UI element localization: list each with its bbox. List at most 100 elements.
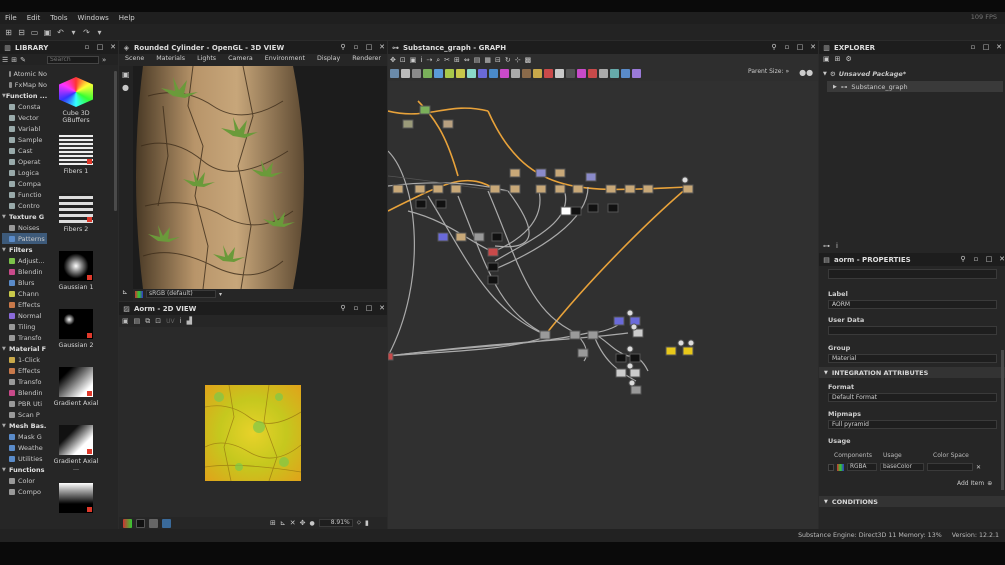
- 3d-viewport[interactable]: [133, 66, 387, 289]
- library-tree-item[interactable]: Chann: [2, 288, 47, 299]
- 2d-viewport[interactable]: [119, 327, 387, 517]
- camera-icon[interactable]: ▣: [410, 56, 417, 64]
- light-icon[interactable]: ●: [122, 83, 130, 92]
- mipmaps-select[interactable]: Full pyramid: [828, 420, 997, 429]
- library-tree-item[interactable]: Transfo: [2, 332, 47, 343]
- explorer-package-row[interactable]: ▼ ⚙ Unsaved Package*: [823, 69, 906, 79]
- float-icon[interactable]: ▫: [969, 43, 977, 51]
- close-icon[interactable]: ✕: [109, 43, 117, 51]
- library-tree-item[interactable]: Blendin: [2, 266, 47, 277]
- maximize-icon[interactable]: □: [982, 43, 990, 51]
- library-tree-item[interactable]: Patterns: [2, 233, 47, 244]
- frame-icon[interactable]: ⊡: [400, 56, 406, 64]
- redo-icon[interactable]: ↷: [81, 27, 92, 38]
- layout-icon[interactable]: ⊟: [495, 56, 501, 64]
- properties-scrollbar[interactable]: [1001, 350, 1004, 490]
- library-tree-item[interactable]: Effects: [2, 299, 47, 310]
- library-tree-item[interactable]: Adjust...: [2, 255, 47, 266]
- atomic-node-icon[interactable]: [511, 68, 520, 78]
- library-tree-item[interactable]: PBR Uti: [2, 398, 47, 409]
- 3d-menu-item[interactable]: Lights: [197, 55, 216, 65]
- camera-icon[interactable]: ▣: [122, 70, 130, 79]
- float-icon[interactable]: ▫: [783, 43, 791, 51]
- library-section[interactable]: ▼ Material F: [2, 343, 47, 354]
- library-tree-item[interactable]: Tiling: [2, 321, 47, 332]
- menu-tools[interactable]: Tools: [45, 14, 72, 22]
- parent-size-control[interactable]: Parent Size: » ●●: [748, 68, 813, 77]
- library-tree-item[interactable]: Mask G: [2, 431, 47, 442]
- label-input[interactable]: AORM: [828, 300, 997, 309]
- grid-icon[interactable]: ▦: [484, 56, 491, 64]
- library-tree-item[interactable]: Operat: [2, 156, 47, 167]
- library-tree-item[interactable]: Noises: [2, 222, 47, 233]
- atomic-node-icon[interactable]: [423, 68, 432, 78]
- usage-select[interactable]: baseColor: [880, 463, 924, 471]
- 3d-menu-item[interactable]: Renderer: [352, 55, 381, 65]
- crop-icon[interactable]: ⊾: [280, 519, 286, 527]
- menu-file[interactable]: File: [0, 14, 22, 22]
- library-tree-item[interactable]: Consta: [2, 101, 47, 112]
- library-thumbnail-item[interactable]: Gradient Axial ...: [50, 425, 102, 472]
- new-graph-icon[interactable]: ⊟: [16, 27, 27, 38]
- atomic-node-icon[interactable]: [478, 68, 487, 78]
- expand-icon[interactable]: »: [102, 56, 106, 64]
- atomic-node-icon[interactable]: [467, 68, 476, 78]
- save-icon[interactable]: ⊞: [835, 55, 841, 63]
- maximize-icon[interactable]: □: [365, 43, 373, 51]
- format-select[interactable]: Default Format: [828, 393, 997, 402]
- library-tree-item[interactable]: Compo: [2, 486, 47, 497]
- save-icon[interactable]: ▣: [122, 317, 129, 325]
- maximize-icon[interactable]: □: [96, 43, 104, 51]
- graph-canvas[interactable]: [388, 81, 818, 529]
- remove-icon[interactable]: ✕: [976, 464, 981, 471]
- pin-icon[interactable]: ⚲: [339, 304, 347, 312]
- library-tree-item[interactable]: Effects: [2, 365, 47, 376]
- 3d-menu-item[interactable]: Display: [317, 55, 340, 65]
- 3d-menu-item[interactable]: Camera: [228, 55, 253, 65]
- colorspace-select[interactable]: [927, 463, 973, 471]
- float-icon[interactable]: ▫: [972, 255, 980, 263]
- tree-icon[interactable]: ⊶: [823, 242, 830, 252]
- atomic-node-icon[interactable]: [577, 68, 586, 78]
- library-tree-item[interactable]: Weathe: [2, 442, 47, 453]
- colorspace-select[interactable]: sRGB (default) ▾: [133, 289, 233, 299]
- close-icon[interactable]: ✕: [378, 43, 386, 51]
- float-icon[interactable]: ▫: [83, 43, 91, 51]
- atomic-node-icon[interactable]: [456, 68, 465, 78]
- info-icon[interactable]: i: [180, 317, 182, 325]
- snap-icon[interactable]: ⊹: [515, 56, 521, 64]
- add-item-button[interactable]: Add Item ⊕: [957, 480, 992, 487]
- 3d-menu-item[interactable]: Environment: [265, 55, 305, 65]
- fit-icon[interactable]: ⊡: [155, 317, 161, 325]
- library-tree-item[interactable]: Scan P: [2, 409, 47, 420]
- channels-icon[interactable]: [123, 518, 132, 528]
- library-thumbnail-item[interactable]: Gaussian 2: [50, 309, 102, 349]
- library-tree-item[interactable]: Functio: [2, 189, 47, 200]
- atomic-node-icon[interactable]: [533, 68, 542, 78]
- library-thumbnail-item[interactable]: Gaussian 1: [50, 251, 102, 291]
- library-section[interactable]: ▼ Function ...: [2, 90, 47, 101]
- library-thumbnail-item[interactable]: Cube 3D GBuffers: [50, 77, 102, 124]
- menu-help[interactable]: Help: [114, 14, 140, 22]
- atomic-node-icon[interactable]: [390, 68, 399, 78]
- link-icon[interactable]: ⇢: [426, 56, 432, 64]
- background-icon[interactable]: [136, 518, 145, 528]
- integration-section[interactable]: ▼ INTEGRATION ATTRIBUTES: [819, 367, 1005, 378]
- atomic-node-icon[interactable]: [566, 68, 575, 78]
- library-tree-item[interactable]: Variabl: [2, 123, 47, 134]
- export-icon[interactable]: ▤: [134, 317, 141, 325]
- library-search-input[interactable]: [47, 55, 100, 64]
- dropdown-icon[interactable]: ▾: [68, 27, 79, 38]
- close-icon[interactable]: ✕: [995, 43, 1003, 51]
- checker-icon[interactable]: [149, 518, 158, 528]
- library-tree-item[interactable]: Logica: [2, 167, 47, 178]
- move-icon[interactable]: ✥: [390, 56, 396, 64]
- refresh-icon[interactable]: ↻: [505, 56, 511, 64]
- atomic-node-icon[interactable]: [599, 68, 608, 78]
- filter-icon[interactable]: ☰: [2, 56, 8, 64]
- lock-icon[interactable]: ▮: [365, 519, 369, 527]
- scissors-icon[interactable]: ✂: [444, 56, 450, 64]
- new-icon[interactable]: ▣: [823, 55, 830, 63]
- zoom-field[interactable]: 8.91%: [318, 519, 353, 527]
- library-tree-item[interactable]: 1-Click: [2, 354, 47, 365]
